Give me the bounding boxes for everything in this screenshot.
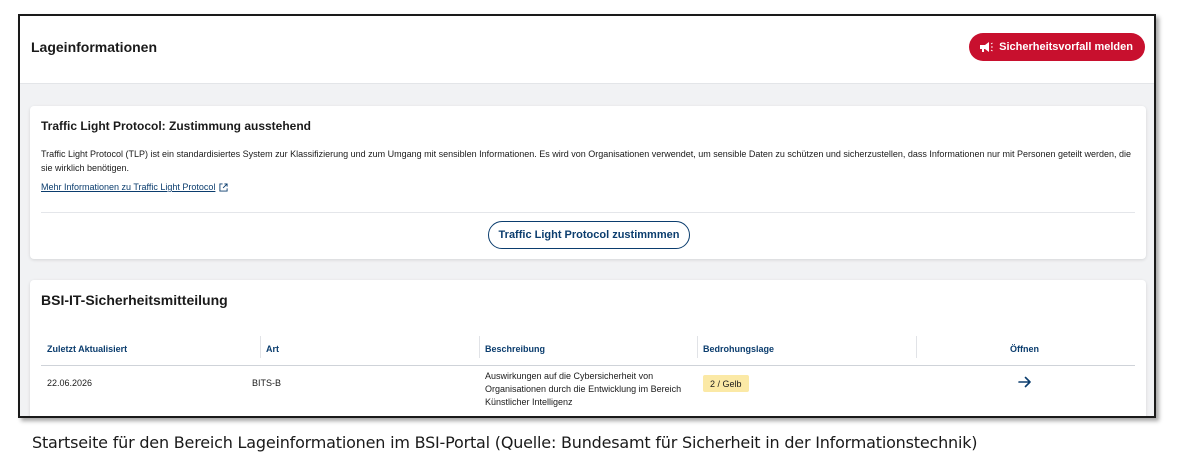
column-separator bbox=[260, 336, 261, 358]
threat-level-badge: 2 / Gelb bbox=[703, 375, 749, 392]
tlp-divider bbox=[41, 212, 1135, 213]
megaphone-icon bbox=[980, 42, 993, 52]
column-header-open: Öffnen bbox=[1010, 344, 1039, 354]
screenshot-frame: Lageinformationen Sicherheitsvorfall mel… bbox=[18, 14, 1156, 418]
column-header-description[interactable]: Beschreibung bbox=[485, 344, 545, 354]
top-bar: Lageinformationen Sicherheitsvorfall mel… bbox=[20, 16, 1154, 84]
column-separator bbox=[916, 336, 917, 358]
page-title: Lageinformationen bbox=[31, 39, 158, 55]
row-type: BITS-B bbox=[252, 378, 282, 388]
tlp-description: Traffic Light Protocol (TLP) ist ein sta… bbox=[41, 149, 1132, 173]
figure-caption: Startseite für den Bereich Lageinformati… bbox=[32, 433, 978, 452]
column-header-updated[interactable]: Zuletzt Aktualisiert bbox=[47, 344, 127, 354]
arrow-right-icon[interactable] bbox=[1018, 376, 1032, 388]
tlp-consent-button[interactable]: Traffic Light Protocol zustimmmen bbox=[488, 221, 690, 249]
column-header-type[interactable]: Art bbox=[266, 344, 279, 354]
column-separator bbox=[479, 336, 480, 358]
report-incident-label: Sicherheitsvorfall melden bbox=[999, 41, 1133, 53]
row-date: 22.06.2026 bbox=[47, 378, 93, 388]
report-incident-button[interactable]: Sicherheitsvorfall melden bbox=[969, 33, 1145, 61]
external-link-icon bbox=[219, 182, 228, 192]
tlp-more-info-link[interactable]: Mehr Informationen zu Traffic Light Prot… bbox=[41, 182, 228, 192]
table-header-divider bbox=[41, 365, 1135, 366]
column-separator bbox=[697, 336, 698, 358]
tlp-card: Traffic Light Protocol: Zustimmung ausst… bbox=[30, 106, 1146, 259]
bsi-title: BSI-IT-Sicherheitsmitteilung bbox=[41, 292, 228, 308]
tlp-more-info-label: Mehr Informationen zu Traffic Light Prot… bbox=[41, 182, 216, 192]
bsi-card: BSI-IT-Sicherheitsmitteilung Zuletzt Akt… bbox=[30, 280, 1146, 416]
tlp-title: Traffic Light Protocol: Zustimmung ausst… bbox=[41, 119, 312, 133]
column-header-threat[interactable]: Bedrohungslage bbox=[703, 344, 774, 354]
row-description: Auswirkungen auf die Cybersicherheit von… bbox=[485, 371, 682, 407]
